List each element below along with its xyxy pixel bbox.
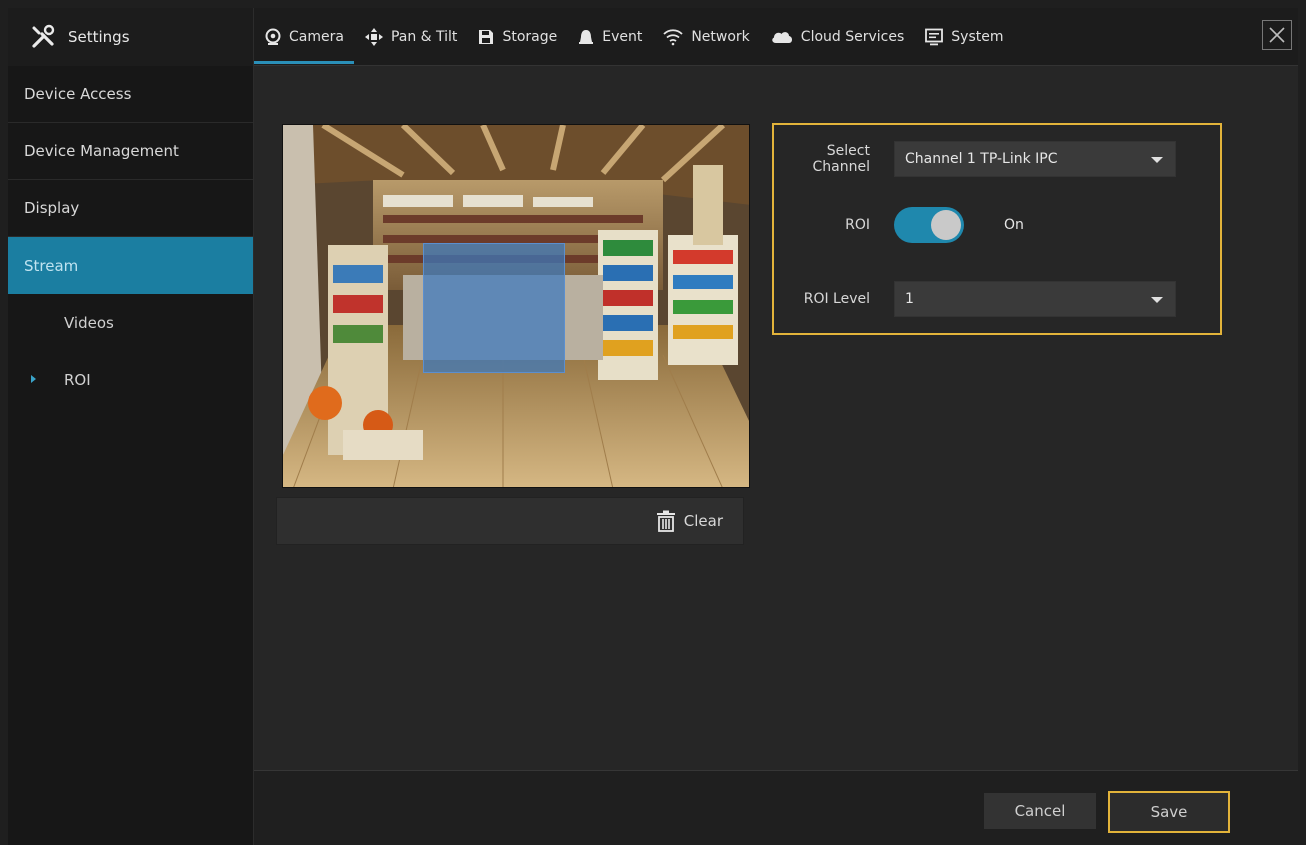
tab-event[interactable]: Event	[567, 8, 652, 66]
channel-select[interactable]: Channel 1 TP-Link IPC	[894, 141, 1176, 177]
sidebar-subitem-roi[interactable]: ROI	[8, 351, 253, 408]
tab-network-label: Network	[691, 29, 750, 45]
roi-toggle[interactable]	[894, 207, 964, 243]
sidebar-item-stream[interactable]: Stream	[8, 237, 253, 294]
chevron-down-icon	[1151, 297, 1163, 303]
sidebar-item-device-access[interactable]: Device Access	[8, 66, 253, 123]
tab-storage[interactable]: Storage	[467, 8, 567, 66]
wifi-icon	[663, 29, 683, 46]
sidebar-subitem-label: ROI	[64, 370, 91, 389]
settings-brand: Settings	[8, 8, 254, 66]
tab-pan-tilt-label: Pan & Tilt	[390, 29, 458, 45]
roi-settings-form: Select Channel Channel 1 TP-Link IPC ROI…	[772, 123, 1222, 335]
current-marker-icon	[31, 375, 36, 383]
cancel-button[interactable]: Cancel	[984, 793, 1096, 829]
chevron-down-icon	[1151, 157, 1163, 163]
tab-camera-label: Camera	[289, 29, 344, 45]
sidebar-item-label: Display	[24, 199, 80, 217]
cloud-icon	[772, 32, 792, 43]
sidebar-item-device-management[interactable]: Device Management	[8, 123, 253, 180]
tab-network[interactable]: Network	[652, 8, 759, 66]
roi-level-value: 1	[905, 291, 914, 307]
channel-label: Select Channel	[812, 143, 870, 175]
tools-icon	[30, 24, 56, 50]
footer-bar: Cancel Save	[254, 770, 1298, 845]
sidebar-subitem-label: Videos	[64, 313, 114, 332]
roi-level-select[interactable]: 1	[894, 281, 1176, 317]
roi-state: On	[1004, 217, 1024, 233]
tab-cloud-services-label: Cloud Services	[800, 29, 905, 45]
tab-pan-tilt[interactable]: Pan & Tilt	[354, 8, 467, 66]
sidebar-item-display[interactable]: Display	[8, 180, 253, 237]
tab-cloud-services[interactable]: Cloud Services	[760, 8, 914, 66]
roi-toggle-row: ROI On	[774, 205, 1220, 245]
clear-button[interactable]: Clear	[656, 510, 723, 532]
tab-storage-label: Storage	[502, 29, 558, 45]
close-button[interactable]	[1262, 20, 1292, 50]
roi-level-label: ROI Level	[803, 291, 870, 307]
toggle-knob	[931, 210, 961, 240]
roi-region[interactable]	[423, 243, 565, 373]
bell-icon	[579, 30, 594, 44]
pan-tilt-icon	[364, 28, 383, 46]
channel-row: Select Channel Channel 1 TP-Link IPC	[774, 139, 1220, 179]
channel-value: Channel 1 TP-Link IPC	[905, 151, 1058, 167]
save-button[interactable]: Save	[1108, 791, 1230, 833]
roi-level-row: ROI Level 1	[774, 279, 1220, 319]
camera-icon	[265, 28, 281, 45]
roi-label: ROI	[845, 217, 870, 233]
tab-event-label: Event	[602, 29, 643, 45]
main-panel: Clear Select Channel Channel 1 TP-Link I…	[254, 66, 1298, 770]
top-bar: Settings Camera Pan & Tilt Storage Event…	[8, 8, 1298, 66]
sidebar-item-label: Stream	[24, 256, 79, 275]
sidebar: Device Access Device Management Display …	[8, 66, 254, 845]
sidebar-subitem-videos[interactable]: Videos	[8, 294, 253, 351]
trash-icon	[656, 510, 675, 532]
tab-system[interactable]: System	[914, 8, 1013, 66]
camera-preview[interactable]	[282, 124, 750, 488]
settings-window: Settings Camera Pan & Tilt Storage Event…	[8, 8, 1298, 845]
preview-toolbar: Clear	[276, 497, 744, 545]
sidebar-item-label: Device Management	[24, 142, 179, 160]
clear-label: Clear	[683, 512, 723, 530]
settings-label: Settings	[68, 28, 130, 46]
top-tabs: Camera Pan & Tilt Storage Event Network …	[254, 8, 1014, 66]
sidebar-item-label: Device Access	[24, 85, 132, 103]
close-icon	[1269, 27, 1285, 43]
tab-system-label: System	[951, 29, 1004, 45]
tab-camera[interactable]: Camera	[254, 8, 354, 66]
monitor-icon	[925, 28, 944, 46]
storage-icon	[479, 30, 494, 44]
